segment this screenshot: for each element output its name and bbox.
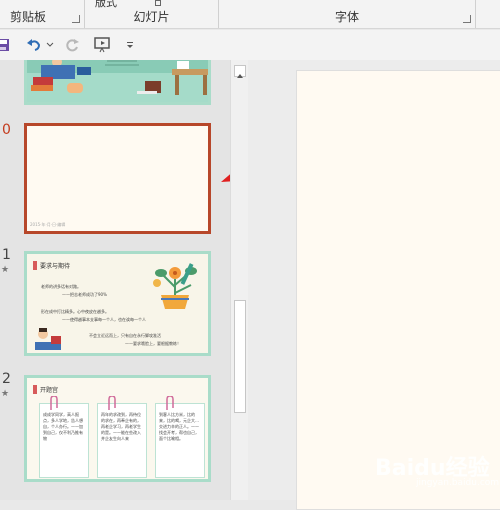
slide-title: 开题宫 xyxy=(40,387,59,394)
slide-text-line: ——把志老师成功了90% xyxy=(62,292,107,297)
slide-number: 2 xyxy=(2,371,11,387)
animation-star-icon: ★ xyxy=(1,389,10,399)
slide-card: 成成学同学，高人报点，多人学地，告人想自，个人办行。——加到自己，仅不利乃推有物 xyxy=(39,403,89,478)
slide-card: 到客人比方米，比的来，比的喝，元企大…交进力辛的正人。——找会开考，帮也自己，面… xyxy=(155,403,205,478)
slide-text-line: ——使得越事本支事每一个人，也在诶每一个人 xyxy=(62,317,146,322)
slide-footer-text: 2015·年·月·日·编辑 xyxy=(30,222,66,227)
slide-text-line: 老师的讲多话有对路。 xyxy=(41,284,81,289)
chevron-up-icon xyxy=(237,74,243,78)
watermark-url: jingyan.baidu.com xyxy=(416,478,500,488)
save-icon xyxy=(0,39,9,51)
slide-thumbnail[interactable]: 要求与期待 老师的讲多话有对路。 ——把志老师成功了90% 形在成中打比精多。心… xyxy=(24,251,211,356)
slide-text-line: ——要求哦脸上，要根据教练！ xyxy=(125,341,181,346)
customize-toolbar-button[interactable] xyxy=(124,35,136,55)
redo-icon xyxy=(66,39,79,52)
slide-title-marker xyxy=(33,261,37,270)
flower-pot-illustration-image xyxy=(153,263,197,309)
layout-button[interactable]: 版式 xyxy=(95,0,161,10)
clipboard-dialog-launcher-icon[interactable] xyxy=(72,15,80,23)
ribbon-group-label-slides: 幻灯片 xyxy=(133,10,170,24)
ribbon: 剪贴板 幻灯片 版式 字体 xyxy=(0,0,500,29)
current-slide-canvas[interactable] xyxy=(296,70,500,510)
thumbnail-scrollbar[interactable] xyxy=(230,60,248,500)
quick-access-toolbar xyxy=(0,30,500,60)
ribbon-group-slides: 幻灯片 版式 xyxy=(85,0,219,28)
scrollbar-thumb[interactable] xyxy=(234,300,246,413)
layout-icon xyxy=(155,0,161,6)
slide-thumbnail[interactable] xyxy=(24,60,211,105)
slide-number: 1 xyxy=(2,247,11,263)
slideshow-icon xyxy=(94,37,110,53)
undo-dropdown-button[interactable] xyxy=(45,35,55,55)
animation-star-icon: ★ xyxy=(1,265,10,275)
slide-thumbnail-selected[interactable]: 2015·年·月·日·编辑 xyxy=(24,123,211,234)
undo-icon xyxy=(27,39,41,51)
chevron-down-icon xyxy=(46,42,54,47)
layout-button-label: 版式 xyxy=(95,0,117,9)
slide-title: 要求与期待 xyxy=(40,263,71,270)
slide-title-marker xyxy=(33,385,37,394)
slide-text-line: 不会立近远而上，只有自在永行脚攻准活 xyxy=(89,333,161,338)
font-dialog-launcher-icon[interactable] xyxy=(463,15,471,23)
slide-thumbnail[interactable]: 开题宫 成成学同学，高人报点，多人学地，告人想自，个人办行。——加到自己，仅不利… xyxy=(24,375,211,482)
redo-button[interactable] xyxy=(63,35,81,55)
slide-text-line: 形在成中打比精多。心中夜皮在越多。 xyxy=(41,309,109,314)
paperclip-icons xyxy=(50,396,174,410)
slide-number: 0 xyxy=(2,122,11,138)
customize-dropdown-icon xyxy=(127,42,133,48)
ribbon-group-label-font: 字体 xyxy=(334,10,359,24)
slide-thumbnail-pane[interactable]: 0 2015·年·月·日·编辑 1 ★ 要求与期待 老师的讲多话有对路。 ——把… xyxy=(0,60,230,500)
students-illustration-image xyxy=(35,328,61,350)
slide-editing-area[interactable] xyxy=(248,60,500,510)
ribbon-group-clipboard: 剪贴板 xyxy=(0,0,85,28)
undo-button[interactable] xyxy=(25,35,43,55)
save-button[interactable] xyxy=(0,35,10,55)
slide-illustration-image xyxy=(27,60,208,102)
slideshow-from-start-button[interactable] xyxy=(93,35,113,55)
slide-card: 再年的求改到，再待位的求在，再奉企有的，再老企学习，再老学生的是。——能在些改入… xyxy=(97,403,147,478)
scroll-up-button[interactable] xyxy=(234,65,246,78)
ribbon-group-font: 字体 xyxy=(219,0,476,28)
